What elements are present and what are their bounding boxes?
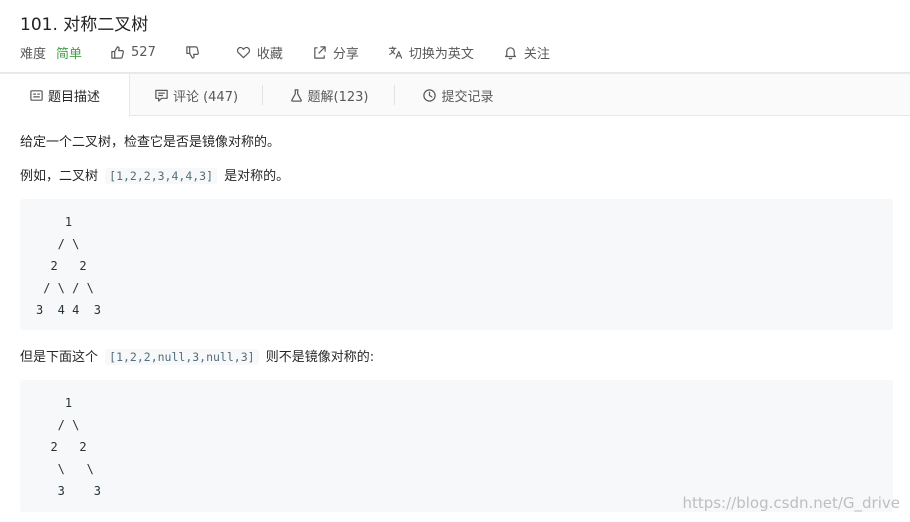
difficulty-value: 简单 bbox=[56, 46, 83, 62]
difficulty: 难度 简单 bbox=[20, 43, 82, 62]
tab-description[interactable]: 题目描述 bbox=[0, 74, 130, 117]
tab-label: 题目描述 bbox=[47, 90, 100, 105]
example-symmetric: 例如，二叉树 [1,2,2,3,4,4,3] 是对称的。 bbox=[20, 165, 289, 184]
tree-diagram-symmetric: 1 / \ 2 2 / \ / \ 3 4 4 3 bbox=[20, 199, 893, 330]
watermark: https://blog.csdn.net/G_drive bbox=[682, 494, 900, 512]
heart-icon bbox=[236, 45, 251, 60]
follow-label: 关注 bbox=[523, 46, 550, 62]
problem-meta-bar: 难度 简单 527 收藏 分享 切换为英文 关注 bbox=[20, 42, 550, 62]
tree-diagram-asymmetric: 1 / \ 2 2 \ \ 3 3 bbox=[20, 380, 893, 512]
switch-language-label: 切换为英文 bbox=[408, 46, 474, 62]
thumbs-down-icon bbox=[185, 45, 200, 60]
example-suffix: 是对称的。 bbox=[224, 169, 290, 184]
share-label: 分享 bbox=[332, 46, 359, 62]
problem-intro: 给定一个二叉树，检查它是否是镜像对称的。 bbox=[20, 135, 281, 150]
example-suffix: 则不是镜像对称的: bbox=[265, 350, 375, 365]
inline-code: [1,2,2,null,3,null,3] bbox=[105, 349, 259, 365]
favorite-label: 收藏 bbox=[256, 46, 283, 62]
bell-icon bbox=[503, 45, 518, 60]
problem-tabs: 题目描述 评论 (447) 题解(123) 提交记录 bbox=[0, 74, 910, 117]
flask-icon bbox=[289, 88, 304, 103]
tab-submissions[interactable]: 提交记录 bbox=[395, 74, 521, 116]
difficulty-label: 难度 bbox=[20, 46, 47, 62]
like-count: 527 bbox=[131, 44, 156, 60]
comment-icon bbox=[154, 88, 169, 103]
switch-language-button[interactable]: 切换为英文 bbox=[388, 43, 474, 62]
follow-button[interactable]: 关注 bbox=[503, 43, 550, 62]
example-asymmetric: 但是下面这个 [1,2,2,null,3,null,3] 则不是镜像对称的: bbox=[20, 346, 374, 365]
favorite-button[interactable]: 收藏 bbox=[236, 43, 283, 62]
share-icon bbox=[312, 45, 327, 60]
clock-icon bbox=[422, 88, 437, 103]
problem-title: 101. 对称二叉树 bbox=[20, 15, 149, 35]
dislike-button[interactable] bbox=[185, 45, 200, 60]
tab-label: 评论 (447) bbox=[172, 89, 239, 105]
share-button[interactable]: 分享 bbox=[312, 43, 359, 62]
like-button[interactable]: 527 bbox=[110, 45, 156, 60]
tab-solutions[interactable]: 题解(123) bbox=[263, 74, 394, 116]
example-prefix: 但是下面这个 bbox=[20, 350, 99, 365]
description-icon bbox=[29, 88, 44, 103]
tab-label: 提交记录 bbox=[441, 89, 494, 105]
problem-header: 101. 对称二叉树 难度 简单 527 收藏 分享 切换为英文 关注 bbox=[0, 0, 910, 72]
tab-label: 题解(123) bbox=[307, 89, 369, 105]
translate-icon bbox=[388, 45, 403, 60]
thumbs-up-icon bbox=[110, 45, 125, 60]
tab-comments[interactable]: 评论 (447) bbox=[130, 74, 262, 116]
problem-page: 101. 对称二叉树 难度 简单 527 收藏 分享 切换为英文 关注 题目描述… bbox=[0, 0, 910, 522]
example-prefix: 例如，二叉树 bbox=[20, 169, 99, 184]
inline-code: [1,2,2,3,4,4,3] bbox=[105, 168, 218, 184]
